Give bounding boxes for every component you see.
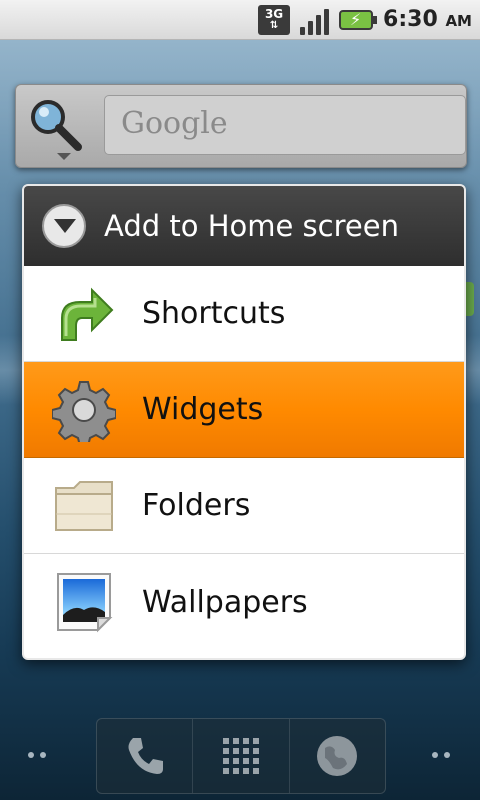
search-input[interactable]: Google — [104, 95, 466, 155]
add-to-home-dialog: Add to Home screen Shortcuts Widgets Fol… — [22, 184, 466, 660]
folder-icon — [52, 474, 116, 538]
menu-item-shortcuts[interactable]: Shortcuts — [24, 266, 464, 362]
app-drawer-icon — [222, 738, 259, 774]
dock-phone-button[interactable] — [97, 719, 194, 793]
dock-app-drawer-button[interactable] — [193, 719, 290, 793]
google-search-widget[interactable]: Google — [15, 84, 467, 168]
browser-globe-icon — [317, 736, 358, 776]
shortcut-arrow-icon — [52, 282, 116, 346]
search-icon[interactable] — [26, 95, 86, 155]
menu-item-label: Folders — [142, 488, 251, 523]
menu-item-wallpapers[interactable]: Wallpapers — [24, 554, 464, 650]
dialog-header: Add to Home screen — [24, 186, 464, 266]
dock-browser-button[interactable] — [290, 719, 385, 793]
search-source-chevron-icon[interactable] — [57, 153, 71, 160]
gear-icon — [51, 378, 117, 447]
dialog-menu-icon — [42, 204, 86, 248]
menu-item-label: Wallpapers — [142, 584, 308, 620]
menu-item-folders[interactable]: Folders — [24, 458, 464, 554]
phone-icon — [128, 738, 163, 774]
status-clock: 6:30 AM — [383, 7, 472, 32]
dock — [96, 718, 386, 794]
menu-item-label: Shortcuts — [142, 296, 286, 331]
page-indicator-left[interactable] — [28, 752, 46, 758]
page-indicator-right[interactable] — [432, 752, 450, 758]
signal-strength-icon — [300, 5, 330, 35]
network-3g-icon: 3G ⇅ — [258, 4, 291, 35]
battery-icon: ⚡ — [339, 9, 378, 30]
menu-item-widgets[interactable]: Widgets — [24, 362, 464, 458]
dialog-title: Add to Home screen — [104, 209, 399, 243]
menu-item-label: Widgets — [142, 392, 264, 427]
wallpaper-icon — [52, 570, 116, 634]
status-bar: 3G ⇅ ⚡ 6:30 AM — [0, 0, 480, 40]
